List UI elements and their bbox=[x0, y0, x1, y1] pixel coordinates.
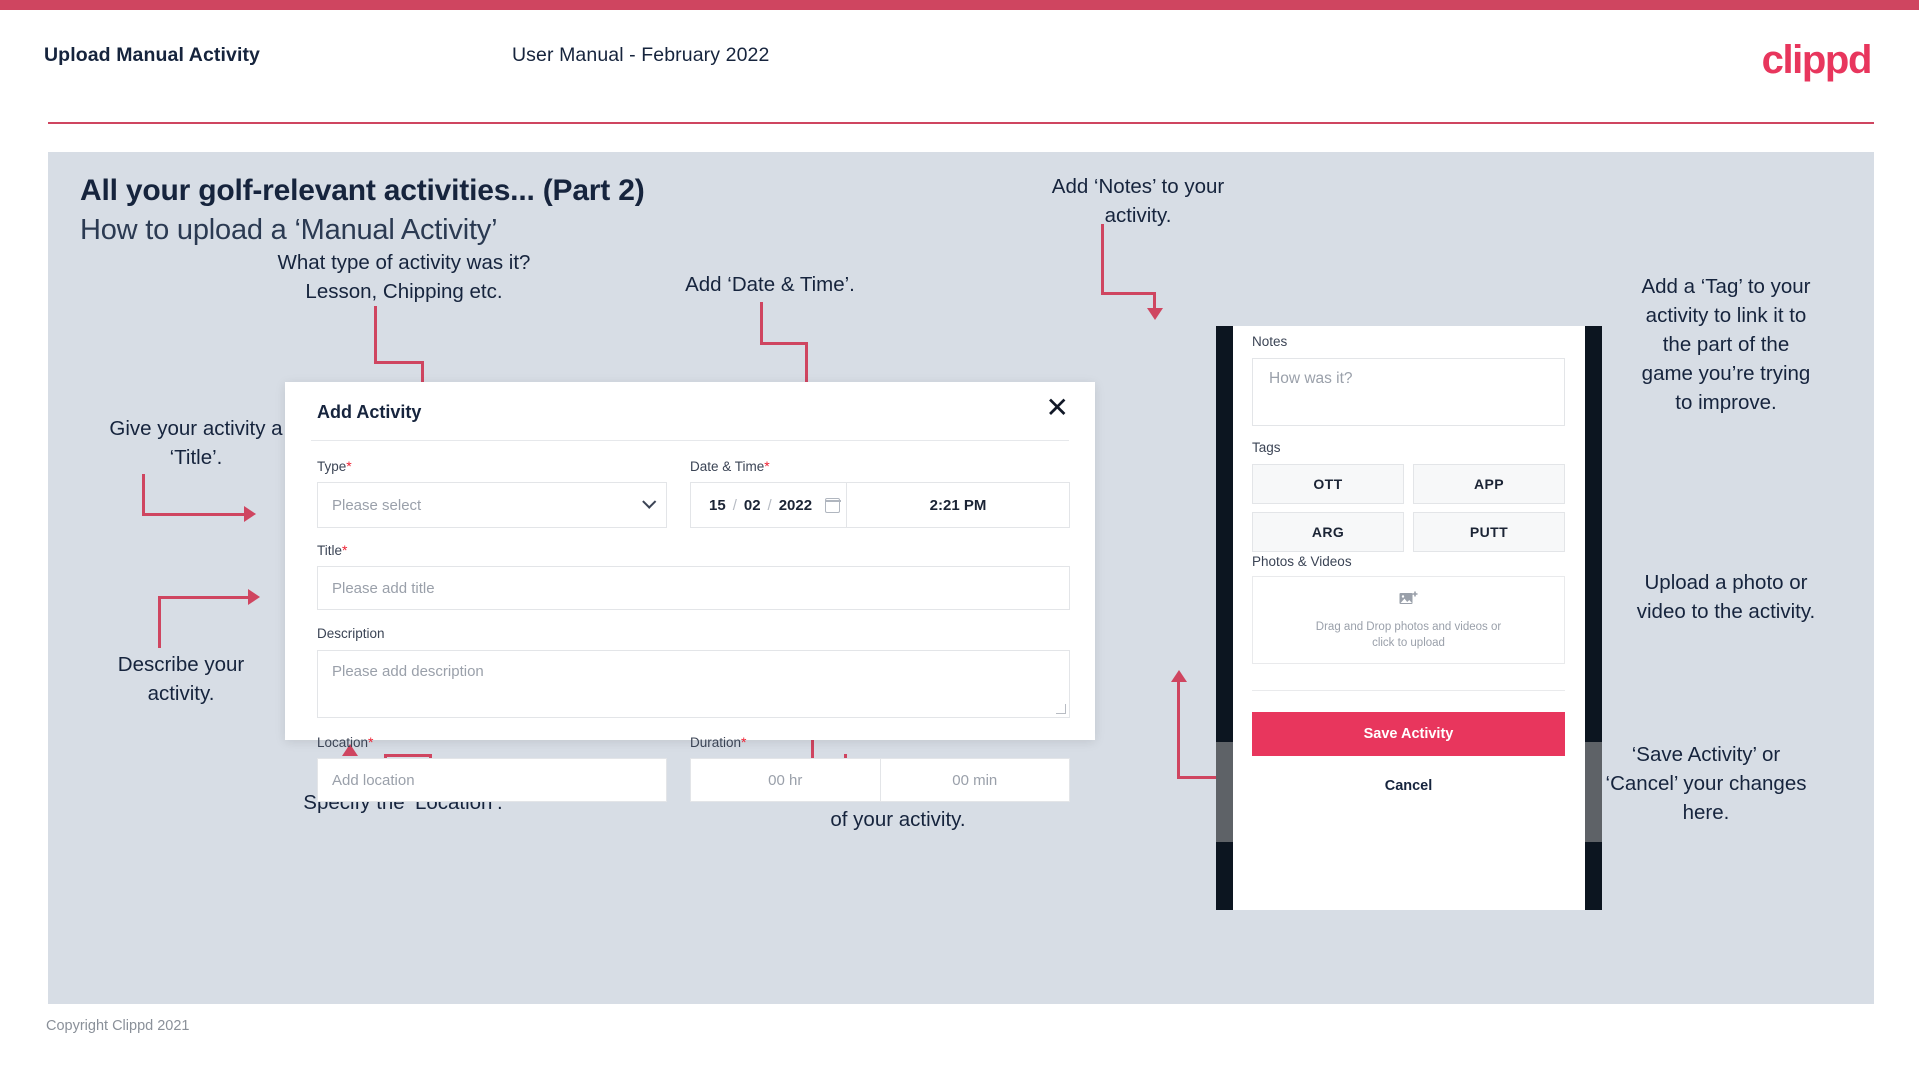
page-title: All your golf-relevant activities... (Pa… bbox=[80, 174, 645, 207]
top-accent-bar bbox=[0, 0, 1919, 10]
connector-location-line-h bbox=[384, 754, 432, 757]
annotation-tag: Add a ‘Tag’ to your activity to link it … bbox=[1641, 275, 1811, 414]
phone-bezel-right-accent bbox=[1585, 742, 1602, 842]
tag-button-app[interactable]: APP bbox=[1413, 464, 1565, 504]
description-label: Description bbox=[317, 626, 385, 641]
type-select[interactable]: Please select bbox=[317, 482, 667, 528]
cancel-button[interactable]: Cancel bbox=[1252, 766, 1565, 806]
date-sep-2: / bbox=[767, 496, 772, 514]
title-input[interactable]: Please add title bbox=[317, 566, 1070, 610]
location-placeholder: Add location bbox=[332, 771, 415, 789]
connector-title-line-v bbox=[142, 474, 145, 516]
duration-label-text: Duration bbox=[690, 735, 742, 750]
dialog-title: Add Activity bbox=[317, 402, 422, 422]
phone-mockup: Notes How was it? Tags OTT APP ARG PUTT … bbox=[1216, 326, 1602, 910]
phone-screen: Notes How was it? Tags OTT APP ARG PUTT … bbox=[1233, 326, 1585, 910]
connector-notes-line-h bbox=[1101, 292, 1156, 295]
location-input[interactable]: Add location bbox=[317, 758, 667, 802]
connector-desc-line-h bbox=[158, 596, 252, 599]
connector-notes-arrow bbox=[1147, 308, 1163, 320]
connector-notes-line-v1 bbox=[1101, 224, 1104, 294]
close-icon[interactable]: ✕ bbox=[1046, 394, 1069, 422]
footer-copyright: Copyright Clippd 2021 bbox=[46, 1018, 190, 1034]
location-label-text: Location bbox=[317, 735, 369, 750]
type-label-text: Type bbox=[317, 459, 347, 474]
annotation-datetime: Add ‘Date & Time’. bbox=[685, 273, 855, 296]
description-label-text: Description bbox=[317, 626, 385, 641]
clippd-logo: clippd bbox=[1761, 38, 1873, 82]
duration-field[interactable]: 00 hr 00 min bbox=[690, 758, 1070, 802]
location-label: Location* bbox=[317, 734, 374, 750]
page-subtitle: How to upload a ‘Manual Activity’ bbox=[80, 214, 498, 246]
tag-button-ott[interactable]: OTT bbox=[1252, 464, 1404, 504]
connector-title-arrow bbox=[244, 506, 256, 522]
datetime-required: * bbox=[764, 458, 770, 474]
duration-hours-input[interactable]: 00 hr bbox=[691, 759, 880, 801]
connector-desc-arrow bbox=[248, 589, 260, 605]
title-label: Title* bbox=[317, 542, 347, 558]
connector-datetime-line-h bbox=[760, 342, 808, 345]
description-textarea[interactable]: Please add description bbox=[317, 650, 1070, 718]
annotation-notes: Add ‘Notes’ to your activity. bbox=[1051, 175, 1225, 227]
add-image-icon bbox=[1399, 590, 1419, 613]
datetime-field[interactable]: 15 / 02 / 2022 2:21 PM bbox=[690, 482, 1070, 528]
annotation-description: Describe your activity. bbox=[117, 653, 245, 705]
title-placeholder: Please add title bbox=[332, 579, 435, 597]
dropzone-line-1: Drag and Drop photos and videos or bbox=[1315, 620, 1502, 633]
date-year: 2022 bbox=[778, 496, 813, 514]
time-input[interactable]: 2:21 PM bbox=[847, 483, 1069, 527]
annotation-photo: Upload a photo or video to the activity. bbox=[1636, 571, 1816, 623]
duration-required: * bbox=[741, 734, 747, 750]
description-placeholder: Please add description bbox=[332, 663, 484, 680]
header-divider bbox=[48, 122, 1874, 124]
date-day: 15 bbox=[709, 496, 726, 514]
dialog-divider bbox=[311, 440, 1069, 441]
header-title: Upload Manual Activity bbox=[44, 44, 261, 66]
header-subtitle: User Manual - February 2022 bbox=[512, 44, 770, 66]
connector-title-line-h bbox=[142, 513, 246, 516]
connector-datetime-line-v1 bbox=[760, 302, 763, 344]
type-placeholder: Please select bbox=[332, 496, 422, 514]
location-required: * bbox=[368, 734, 374, 750]
date-month: 02 bbox=[743, 496, 761, 514]
save-activity-button[interactable]: Save Activity bbox=[1252, 712, 1565, 756]
connector-type-line-h bbox=[374, 361, 424, 364]
calendar-icon[interactable] bbox=[824, 497, 841, 513]
connector-desc-line-v bbox=[158, 598, 161, 648]
dropzone-line-2: click to upload bbox=[1372, 636, 1445, 649]
date-sep-1: / bbox=[732, 496, 737, 514]
title-label-text: Title bbox=[317, 543, 343, 558]
tags-label: Tags bbox=[1252, 440, 1281, 455]
photo-dropzone[interactable]: Drag and Drop photos and videos or click… bbox=[1252, 576, 1565, 664]
tag-button-putt[interactable]: PUTT bbox=[1413, 512, 1565, 552]
title-required: * bbox=[342, 542, 348, 558]
notes-label: Notes bbox=[1252, 334, 1288, 349]
add-activity-dialog: Add Activity ✕ Type* Please select Date … bbox=[285, 382, 1095, 802]
datetime-label: Date & Time* bbox=[690, 458, 770, 474]
connector-save-arrow bbox=[1171, 670, 1187, 682]
date-input[interactable]: 15 / 02 / 2022 bbox=[691, 483, 847, 527]
datetime-label-text: Date & Time bbox=[690, 459, 765, 474]
annotation-type: What type of activity was it? Lesson, Ch… bbox=[277, 251, 531, 303]
duration-minutes-input[interactable]: 00 min bbox=[879, 759, 1070, 801]
phone-bezel-right bbox=[1585, 326, 1602, 910]
chevron-down-icon bbox=[642, 494, 657, 509]
notes-textarea[interactable]: How was it? bbox=[1252, 358, 1565, 426]
phone-bezel-left bbox=[1216, 326, 1233, 910]
notes-placeholder: How was it? bbox=[1269, 370, 1353, 387]
connector-save-line-v bbox=[1177, 682, 1180, 778]
type-required: * bbox=[346, 458, 352, 474]
connector-type-line-v1 bbox=[374, 306, 377, 364]
photos-videos-label: Photos & Videos bbox=[1252, 554, 1352, 569]
tag-button-arg[interactable]: ARG bbox=[1252, 512, 1404, 552]
phone-divider bbox=[1252, 690, 1565, 691]
type-label: Type* bbox=[317, 458, 352, 474]
phone-bezel-left-accent bbox=[1216, 742, 1233, 842]
slide-page: Upload Manual Activity User Manual - Feb… bbox=[0, 0, 1919, 1079]
duration-label: Duration* bbox=[690, 734, 746, 750]
